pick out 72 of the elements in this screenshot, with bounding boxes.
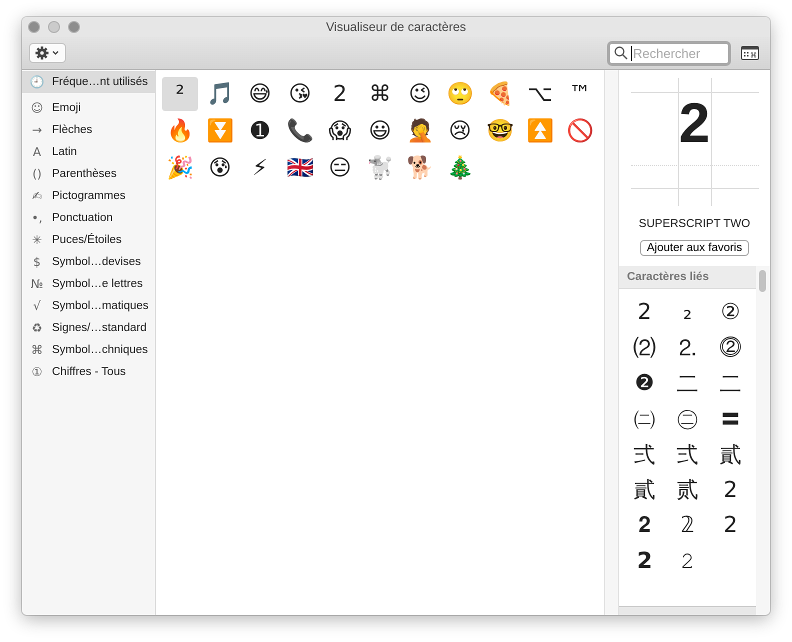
related-character[interactable]: 弍: [623, 437, 666, 472]
character-tile[interactable]: ™: [562, 77, 598, 111]
related-character[interactable]: 𝟐: [623, 508, 666, 544]
character-tile[interactable]: 🇬🇧: [282, 151, 318, 185]
character-tile[interactable]: 😰: [202, 151, 238, 185]
sidebar-item[interactable]: •, Ponctuation: [22, 207, 155, 229]
character-tile[interactable]: 😅: [242, 77, 278, 111]
related-character[interactable]: ⒉: [666, 330, 709, 366]
character-name: SUPERSCRIPT TWO: [638, 218, 750, 230]
related-character[interactable]: ❷: [623, 366, 666, 402]
related-character[interactable]: ₂: [666, 295, 709, 330]
sidebar-item[interactable]: 🕘 Fréque…nt utilisés: [22, 71, 155, 93]
related-character[interactable]: ⓶: [709, 330, 752, 366]
sidebar-item[interactable]: ♻ Signes/…standard: [22, 317, 155, 339]
character-tile[interactable]: 📞: [282, 114, 318, 148]
add-favorites-button[interactable]: Ajouter aux favoris: [640, 240, 750, 256]
character-tile[interactable]: 😉: [402, 77, 438, 111]
related-character[interactable]: 𝟚: [666, 508, 709, 544]
related-character[interactable]: ⑵: [623, 330, 666, 366]
related-character[interactable]: 贰: [666, 472, 709, 508]
character-tile[interactable]: ²: [162, 77, 198, 111]
search-field[interactable]: Rechercher: [607, 40, 731, 66]
sidebar-item[interactable]: () Parenthèses: [22, 163, 155, 185]
character-tile[interactable]: ➊: [242, 114, 278, 148]
related-character[interactable]: 貳: [709, 437, 752, 472]
related-character[interactable]: 𝟸: [666, 544, 709, 579]
character-tile[interactable]: 🎵: [202, 77, 238, 111]
search-icon: [614, 46, 628, 60]
related-character[interactable]: ㊁: [666, 402, 709, 437]
zoom-button[interactable]: [68, 21, 80, 33]
related-character[interactable]: 貳: [623, 472, 666, 508]
close-button[interactable]: [28, 21, 40, 33]
related-character[interactable]: 弍: [666, 437, 709, 472]
character-tile[interactable]: 🍕: [482, 77, 518, 111]
character-tile[interactable]: 😢: [442, 114, 478, 148]
glyph-preview: 2: [630, 78, 758, 206]
settings-button[interactable]: [29, 43, 66, 63]
sidebar-item[interactable]: ☺ Emoji: [22, 97, 155, 119]
character-tile[interactable]: 😃: [362, 114, 398, 148]
sidebar-item[interactable]: ✍ Pictogrammes: [22, 185, 155, 207]
sidebar-item[interactable]: √ Symbol…matiques: [22, 295, 155, 317]
sidebar-item[interactable]: A Latin: [22, 141, 155, 163]
related-character[interactable]: 2: [709, 472, 752, 508]
window-title: Visualiseur de caractères: [326, 20, 466, 34]
sidebar-item[interactable]: $ Symbol…devises: [22, 251, 155, 273]
character-tile[interactable]: ⌥: [522, 77, 558, 111]
character-tile[interactable]: 🐕: [402, 151, 438, 185]
related-character[interactable]: 2: [623, 295, 666, 330]
related-character[interactable]: ⼆: [709, 366, 752, 402]
sidebar-item[interactable]: ① Chiffres - Tous: [22, 361, 155, 383]
character-tile[interactable]: 🐩: [362, 151, 398, 185]
character-tile[interactable]: ⌘: [362, 77, 398, 111]
character-tile[interactable]: 🚫: [562, 114, 598, 148]
related-character[interactable]: 𝟮: [623, 544, 666, 579]
related-character[interactable]: 二: [666, 366, 709, 402]
sidebar-item[interactable]: ⌘ Symbol…chniques: [22, 339, 155, 361]
character-tile[interactable]: ⚡: [242, 151, 278, 185]
character-tile[interactable]: 😱: [322, 114, 358, 148]
sidebar-item[interactable]: ✳ Puces/Étoiles: [22, 229, 155, 251]
character-tile[interactable]: 🎄: [442, 151, 478, 185]
related-character[interactable]: 𝟤: [709, 508, 752, 544]
related-character[interactable]: ②: [709, 295, 752, 330]
character-tile[interactable]: 2: [322, 77, 358, 111]
section-header: Caractères liés: [619, 266, 756, 289]
character-tile[interactable]: 😑: [322, 151, 358, 185]
scrollbar-thumb[interactable]: [759, 270, 766, 292]
related-character[interactable]: 〓: [709, 402, 752, 437]
sidebar-item[interactable]: → Flèches: [22, 119, 155, 141]
sidebar-item[interactable]: № Symbol…e lettres: [22, 273, 155, 295]
related-character[interactable]: ㈡: [623, 402, 666, 437]
character-tile[interactable]: 😘: [282, 77, 318, 111]
minimize-button[interactable]: [48, 21, 60, 33]
